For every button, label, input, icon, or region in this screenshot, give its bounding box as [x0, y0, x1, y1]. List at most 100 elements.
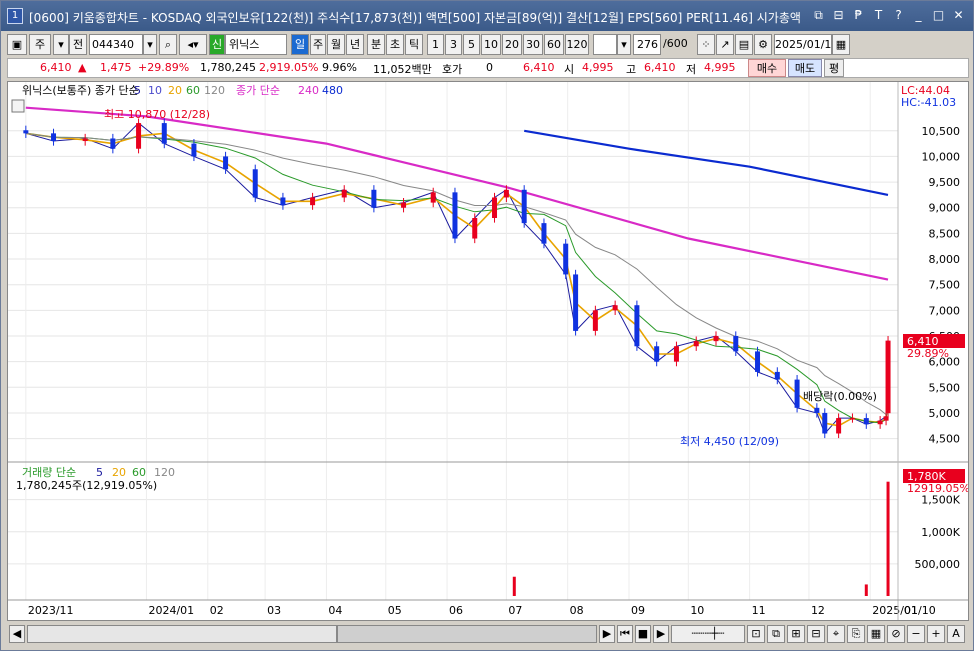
- period-dropdown-icon[interactable]: ▾: [53, 34, 69, 55]
- ma5-legend: 5: [134, 84, 141, 97]
- period-week[interactable]: 주: [310, 34, 326, 55]
- volume-value: 1,780,245주(12,919.05%): [16, 479, 157, 492]
- overlay-icon[interactable]: ⧉: [767, 625, 785, 643]
- calendar-icon[interactable]: ▦: [832, 34, 850, 55]
- ma20-legend: 20: [168, 84, 182, 97]
- price-tick-label: 7,500: [929, 279, 961, 292]
- layout-icon[interactable]: ⊟: [830, 7, 847, 24]
- candle-body: [592, 310, 598, 331]
- scroll-right-icon[interactable]: ▶: [599, 625, 615, 643]
- quote-bar: 6,410 ▲ 1,475 +29.89% 1,780,245 2,919.05…: [7, 58, 969, 78]
- compare-icon[interactable]: ⊞: [787, 625, 805, 643]
- code-dropdown-icon[interactable]: ▾: [143, 34, 157, 55]
- table-icon[interactable]: [11, 99, 25, 113]
- vol-ma60-legend: 60: [132, 466, 146, 479]
- crosshair-icon[interactable]: ⌖: [827, 625, 845, 643]
- export-icon[interactable]: ⎘: [847, 625, 865, 643]
- up-arrow-icon: ▲: [78, 61, 87, 74]
- grid-toggle-icon[interactable]: ▦: [867, 625, 885, 643]
- interval-5[interactable]: 5: [463, 34, 480, 55]
- price-tick-label: 10,500: [922, 125, 961, 138]
- save-icon[interactable]: ▤: [735, 34, 753, 55]
- interval-custom-input[interactable]: [593, 34, 617, 55]
- help-icon[interactable]: ?: [890, 7, 907, 24]
- hc-label: HC:-41.03: [901, 96, 956, 109]
- interval-20[interactable]: 20: [502, 34, 522, 55]
- time-tick-label: 01/10: [904, 604, 936, 617]
- prev-button[interactable]: 전: [69, 34, 87, 55]
- volume-bar: [886, 481, 890, 596]
- scroll-left-icon[interactable]: ◀: [9, 625, 25, 643]
- candle-body: [541, 223, 547, 244]
- time-tick-label: 09: [631, 604, 645, 617]
- bar-count-input[interactable]: 276: [633, 34, 661, 55]
- period-minute[interactable]: 분: [367, 34, 385, 55]
- chart-area[interactable]: 4,5005,0005,5006,0006,5007,0007,5008,000…: [7, 81, 970, 621]
- pin-icon[interactable]: ₱: [850, 7, 867, 24]
- scroll-thumb[interactable]: [337, 625, 597, 643]
- close-icon[interactable]: ✕: [950, 7, 967, 24]
- interval-120[interactable]: 120: [565, 34, 589, 55]
- settings-icon[interactable]: ⚙: [754, 34, 772, 55]
- zoom-in-icon[interactable]: +: [927, 625, 945, 643]
- stock-name-field[interactable]: 위닉스: [225, 34, 287, 55]
- zoom-out-icon[interactable]: −: [907, 625, 925, 643]
- price-legend-title: 위닉스(보통주) 종가 단순: [22, 84, 139, 97]
- speaker-icon[interactable]: ◂▾: [179, 34, 207, 55]
- split-icon[interactable]: ⊟: [807, 625, 825, 643]
- open-price: 4,995: [582, 61, 614, 74]
- period-month[interactable]: 월: [327, 34, 345, 55]
- line-tool-icon[interactable]: ↗: [716, 34, 734, 55]
- scroll-track[interactable]: [27, 625, 337, 643]
- time-tick-label: 05: [388, 604, 402, 617]
- stock-code-input[interactable]: 044340: [89, 34, 143, 55]
- buy-button[interactable]: 매수: [748, 59, 786, 77]
- candle-body: [822, 412, 828, 434]
- zoom-fit-icon[interactable]: ⊡: [747, 625, 765, 643]
- period-day[interactable]: 일: [291, 34, 309, 55]
- interval-dropdown-icon[interactable]: ▾: [617, 34, 631, 55]
- toolbar: ▣ 주 ▾ 전 044340 ▾ ⌕ ◂▾ 신 위닉스 일 주 월 년 분 초 …: [7, 34, 969, 56]
- interval-3[interactable]: 3: [445, 34, 462, 55]
- last-volume-pct: 12919.05%: [907, 482, 968, 495]
- period-second[interactable]: 초: [386, 34, 404, 55]
- time-tick-label: 07: [508, 604, 522, 617]
- window-title: [0600] 키움종합차트 - KOSDAQ 외국인보유[122(천)] 주식수…: [29, 11, 801, 25]
- play-icon[interactable]: ▶: [653, 625, 669, 643]
- time-tick-label: 06: [449, 604, 463, 617]
- price-tick-label: 4,500: [929, 433, 961, 446]
- interval-10[interactable]: 10: [481, 34, 501, 55]
- interval-60[interactable]: 60: [544, 34, 564, 55]
- period-unit-button[interactable]: 주: [29, 34, 51, 55]
- minimize-icon[interactable]: _: [910, 7, 927, 24]
- search-icon[interactable]: ⌕: [159, 34, 177, 55]
- candle-body: [371, 189, 377, 208]
- candle-body: [634, 305, 640, 347]
- date-field[interactable]: 2025/01/10: [774, 34, 838, 55]
- rewind-icon[interactable]: ⏮: [617, 625, 633, 643]
- candle-body: [252, 169, 258, 198]
- full-range-icon[interactable]: A: [947, 625, 965, 643]
- maximize-icon[interactable]: □: [930, 7, 947, 24]
- ratio-icon[interactable]: ⊘: [887, 625, 905, 643]
- period-tick[interactable]: 틱: [405, 34, 423, 55]
- chart-menu-icon[interactable]: ▣: [7, 34, 27, 55]
- volume-bar: [864, 584, 868, 596]
- speed-slider[interactable]: ┄┄┄┼┄: [671, 625, 745, 643]
- candle-body: [693, 341, 699, 347]
- ma60-line: [25, 132, 889, 424]
- stop-icon[interactable]: ■: [635, 625, 651, 643]
- interval-30[interactable]: 30: [523, 34, 543, 55]
- candle-body: [863, 418, 869, 425]
- high-label: 고: [626, 63, 637, 76]
- period-year[interactable]: 년: [346, 34, 364, 55]
- sell-button[interactable]: 매도: [788, 59, 822, 77]
- tile-icon[interactable]: ⧉: [810, 7, 827, 24]
- price-tick-label: 7,000: [929, 304, 961, 317]
- grid: [8, 82, 898, 600]
- text-icon[interactable]: T: [870, 7, 887, 24]
- evaluate-button[interactable]: 평: [824, 59, 844, 77]
- indicator-icon[interactable]: ⁘: [697, 34, 715, 55]
- interval-1[interactable]: 1: [427, 34, 444, 55]
- time-tick-label: 2023/11: [28, 604, 74, 617]
